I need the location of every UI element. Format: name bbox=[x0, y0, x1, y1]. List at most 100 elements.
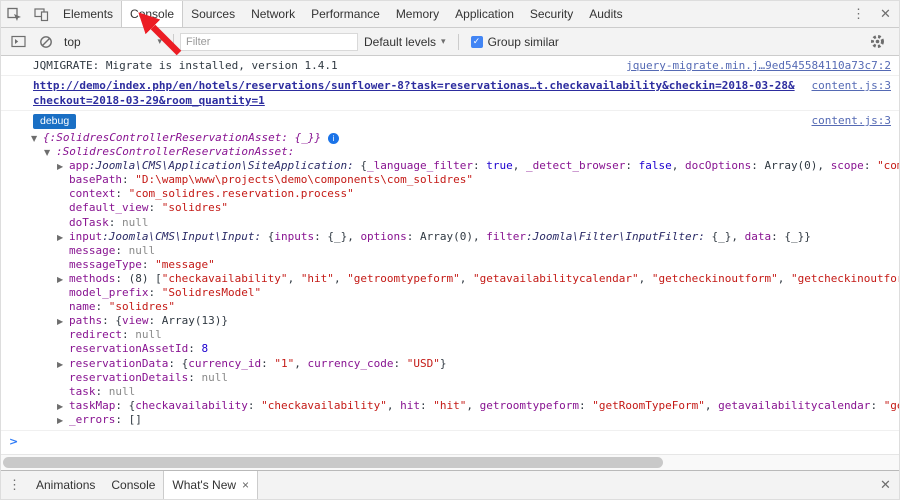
console-sidebar-icon[interactable] bbox=[5, 34, 32, 49]
settings-gear-icon[interactable] bbox=[864, 34, 891, 49]
token-k: data bbox=[745, 230, 772, 243]
token-k: reservationDetails bbox=[69, 371, 188, 384]
token-s: "USD" bbox=[407, 357, 440, 370]
drawer-tab-animations[interactable]: Animations bbox=[28, 471, 103, 499]
expander-collapsed-icon[interactable]: ▶ bbox=[57, 400, 69, 413]
expander-expanded-icon[interactable]: ▼ bbox=[44, 146, 56, 159]
token-c: :Joomla\CMS\Application\SiteApplication: bbox=[89, 159, 354, 172]
token-k: name bbox=[69, 300, 96, 313]
token-k: model_prefix bbox=[69, 286, 148, 299]
tree-row[interactable]: ▶paths: {view: Array(13)} bbox=[1, 314, 899, 328]
token-p: , bbox=[778, 272, 791, 285]
token-s: "hit" bbox=[433, 399, 466, 412]
expander-collapsed-icon[interactable]: ▶ bbox=[57, 160, 69, 173]
clear-console-icon[interactable] bbox=[32, 35, 59, 49]
tab-memory[interactable]: Memory bbox=[388, 1, 447, 27]
tree-row[interactable]: ▼:SolidresControllerReservationAsset: bbox=[1, 145, 899, 159]
tree-row[interactable]: ▶input:Joomla\CMS\Input\Input: {inputs: … bbox=[1, 230, 899, 244]
tab-security[interactable]: Security bbox=[522, 1, 581, 27]
tree-row[interactable]: ▶_errors: [] bbox=[1, 413, 899, 427]
tab-elements[interactable]: Elements bbox=[55, 1, 121, 27]
toolbar-divider bbox=[173, 34, 174, 50]
tree-row[interactable]: ▶methods: (8) ["checkavailability", "hit… bbox=[1, 272, 899, 286]
token-p: : Array(0), bbox=[407, 230, 486, 243]
expander-expanded-icon[interactable]: ▼ bbox=[31, 132, 43, 145]
console-prompt[interactable]: > bbox=[1, 431, 899, 452]
token-k: taskMap bbox=[69, 399, 115, 412]
device-toolbar-icon[interactable] bbox=[28, 1, 55, 27]
tree-row[interactable]: ▼{:SolidresControllerReservationAsset: {… bbox=[1, 131, 899, 145]
tab-audits[interactable]: Audits bbox=[581, 1, 630, 27]
token-p: : bbox=[625, 159, 638, 172]
token-p: , bbox=[387, 399, 400, 412]
token-k: _errors bbox=[69, 413, 115, 426]
tab-application[interactable]: Application bbox=[447, 1, 522, 27]
close-devtools-icon[interactable]: ✕ bbox=[872, 1, 899, 27]
frame-context-select[interactable]: top ▾ bbox=[59, 32, 167, 52]
drawer-tab-what-s-new[interactable]: What's New× bbox=[163, 471, 258, 499]
tab-console[interactable]: Console bbox=[121, 1, 183, 27]
source-link[interactable]: content.js:3 bbox=[812, 113, 891, 128]
token-k: message bbox=[69, 244, 115, 257]
group-similar-label: Group similar bbox=[488, 35, 559, 49]
token-u: null bbox=[122, 216, 149, 229]
token-p: : bbox=[122, 328, 135, 341]
more-options-icon[interactable]: ⋮ bbox=[845, 1, 872, 27]
token-k: scope bbox=[831, 159, 864, 172]
token-p: , bbox=[672, 159, 685, 172]
expander-collapsed-icon[interactable]: ▶ bbox=[57, 414, 69, 427]
expander-collapsed-icon[interactable]: ▶ bbox=[57, 315, 69, 328]
close-drawer-icon[interactable]: ✕ bbox=[872, 471, 899, 499]
toolbar-divider bbox=[458, 34, 459, 50]
tree-row: default_view: "solidres" bbox=[1, 201, 899, 215]
filter-input[interactable] bbox=[180, 33, 358, 51]
scrollbar-thumb[interactable] bbox=[3, 457, 663, 468]
source-link[interactable]: jquery-migrate.min.j…9ed545584110a73c7:2 bbox=[626, 58, 891, 73]
token-k: task bbox=[69, 385, 96, 398]
tab-performance[interactable]: Performance bbox=[303, 1, 388, 27]
token-p: : bbox=[109, 216, 122, 229]
token-p: : bbox=[420, 399, 433, 412]
devtools-window: ElementsConsoleSourcesNetworkPerformance… bbox=[0, 0, 900, 500]
token-k: context bbox=[69, 187, 115, 200]
token-k: hit bbox=[400, 399, 420, 412]
tab-network[interactable]: Network bbox=[243, 1, 303, 27]
frame-context-value: top bbox=[64, 35, 81, 49]
token-p: , bbox=[513, 159, 526, 172]
token-p: , bbox=[639, 272, 652, 285]
tree-row: task: null bbox=[1, 385, 899, 399]
token-p: : bbox=[188, 371, 201, 384]
token-k: _language_filter bbox=[367, 159, 473, 172]
tree-row: model_prefix: "SolidresModel" bbox=[1, 286, 899, 300]
token-s: "SolidresModel" bbox=[162, 286, 261, 299]
expander-collapsed-icon[interactable]: ▶ bbox=[57, 273, 69, 286]
token-p: : { bbox=[168, 357, 188, 370]
message-text: debug bbox=[33, 113, 798, 129]
source-link[interactable]: content.js:3 bbox=[812, 78, 891, 93]
tree-row[interactable]: ▶taskMap: {checkavailability: "checkavai… bbox=[1, 399, 899, 413]
expander-collapsed-icon[interactable]: ▶ bbox=[57, 231, 69, 244]
token-p: : bbox=[96, 385, 109, 398]
inspect-element-icon[interactable] bbox=[1, 1, 28, 27]
expander-collapsed-icon[interactable]: ▶ bbox=[57, 358, 69, 371]
token-url[interactable]: http://demo/index.php/en/hotels/reservat… bbox=[33, 79, 795, 107]
token-k: _detect_browser bbox=[526, 159, 625, 172]
token-p: : bbox=[115, 187, 128, 200]
token-p: : bbox=[148, 286, 161, 299]
info-icon[interactable]: i bbox=[328, 133, 339, 144]
close-tab-icon[interactable]: × bbox=[242, 478, 249, 492]
token-k: default_view bbox=[69, 201, 148, 214]
drawer-menu-icon[interactable]: ⋮ bbox=[1, 471, 28, 499]
drawer-tab-console[interactable]: Console bbox=[103, 471, 163, 499]
group-similar-checkbox[interactable]: ✓ bbox=[471, 36, 483, 48]
token-s: "message" bbox=[155, 258, 215, 271]
tree-row[interactable]: ▶reservationData: {currency_id: "1", cur… bbox=[1, 357, 899, 371]
token-s: "getcheckinoutformchangedates" bbox=[791, 272, 899, 285]
tree-row: redirect: null bbox=[1, 328, 899, 342]
horizontal-scrollbar[interactable] bbox=[1, 454, 899, 470]
tab-sources[interactable]: Sources bbox=[183, 1, 243, 27]
token-s: "checkavailability" bbox=[261, 399, 387, 412]
tree-row[interactable]: ▶app:Joomla\CMS\Application\SiteApplicat… bbox=[1, 159, 899, 173]
log-levels-select[interactable]: Default levels ▾ bbox=[358, 35, 452, 49]
token-s: "hit" bbox=[301, 272, 334, 285]
